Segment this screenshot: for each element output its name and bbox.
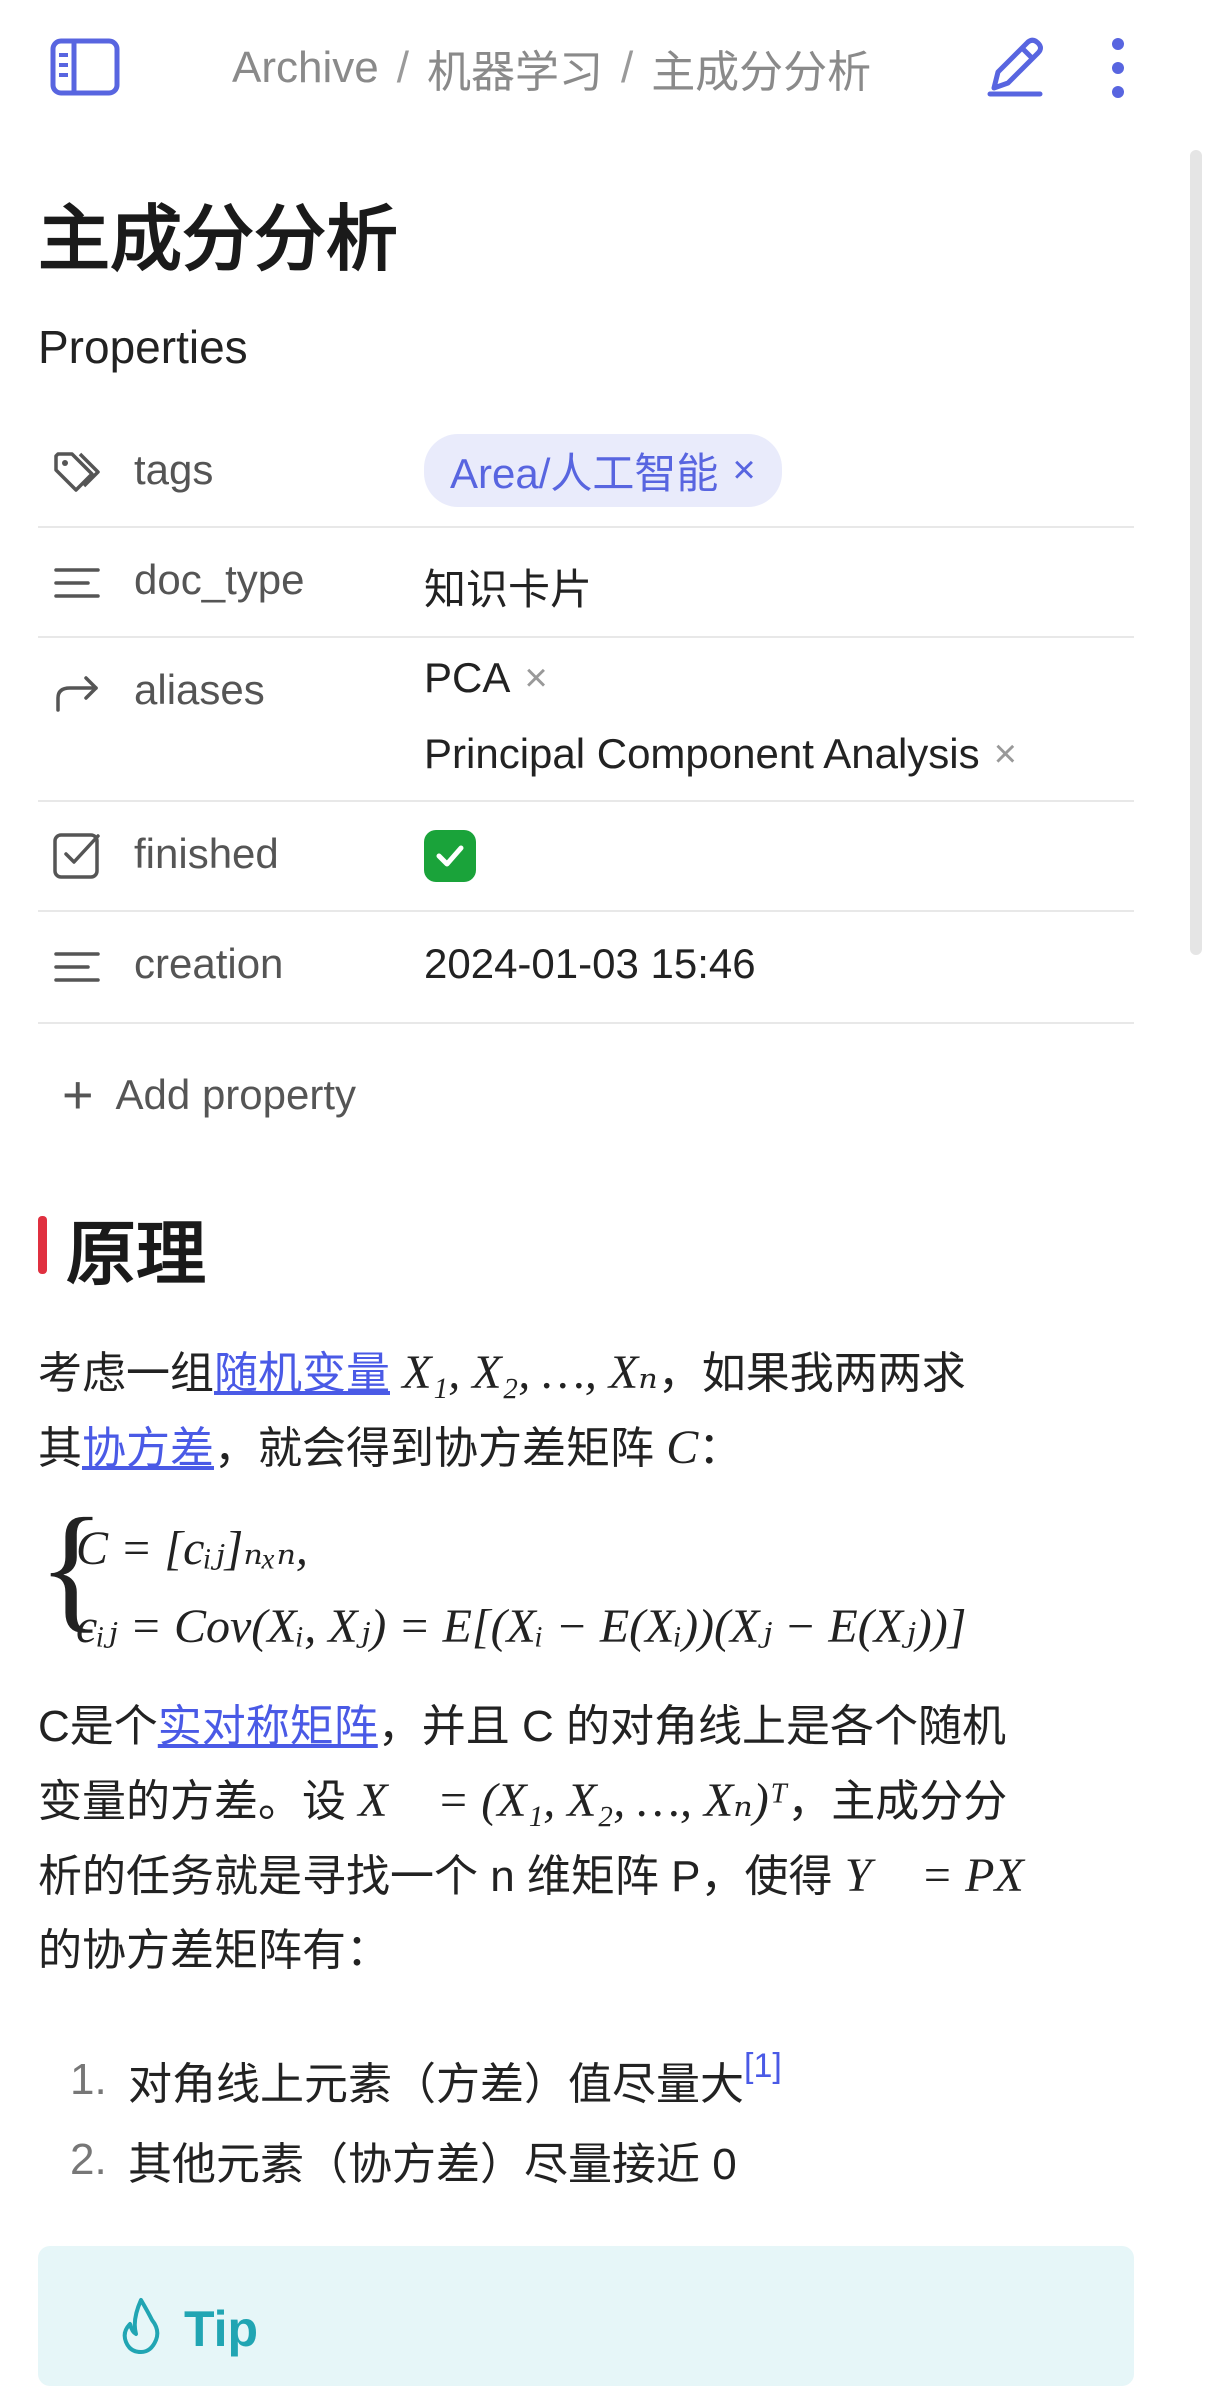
paragraph: C是个实对称矩阵，并且 C 的对角线上是各个随机 变量的方差。设 X⃗ = (X… (38, 1690, 1148, 1988)
tag-label: Area/人工智能 (450, 450, 719, 497)
text: 其 (38, 1424, 82, 1473)
tip-callout[interactable]: Tip (38, 2246, 1134, 2386)
list-number: 2. (70, 2135, 107, 2184)
footnote-link[interactable]: [1] (744, 2047, 782, 2086)
text-lines-icon (54, 952, 100, 982)
breadcrumb-current[interactable]: 主成分分析 (651, 36, 871, 100)
equation-line: C = [cᵢⱼ]ₙₓₙ, (76, 1522, 308, 1575)
property-value-finished (424, 830, 476, 882)
scrollbar[interactable] (1190, 150, 1202, 955)
breadcrumb: Archive / 机器学习 / 主成分分析 (232, 38, 871, 98)
property-key[interactable]: aliases (134, 666, 265, 714)
more-options-icon[interactable] (1100, 36, 1136, 100)
property-value-creation[interactable]: 2024-01-03 15:46 (424, 940, 756, 988)
text: ，如果我两两求 (657, 1349, 966, 1398)
breadcrumb-archive[interactable]: Archive (232, 43, 379, 93)
text: C是个 (38, 1702, 158, 1751)
list-number: 1. (70, 2055, 107, 2104)
text: 考虑一组 (38, 1349, 214, 1398)
text: 析的任务就是寻找一个 n 维矩阵 P，使得 (38, 1852, 833, 1901)
sidebar-toggle-icon[interactable] (50, 38, 120, 96)
property-key[interactable]: creation (134, 940, 283, 988)
math-inline: X⃗ = (X₁, X₂, …, Xₙ)ᵀ (358, 1774, 788, 1827)
section-heading: 原理 (66, 1215, 206, 1293)
checkmark-icon (436, 845, 464, 867)
property-row-aliases: aliases PCA × Principal Component Analys… (38, 636, 1134, 802)
checkbox-icon (53, 833, 100, 879)
plus-icon: + (62, 1065, 94, 1125)
tag-pill[interactable]: Area/人工智能 × (424, 434, 782, 507)
text: 变量的方差。设 (38, 1777, 346, 1826)
list-text: 其他元素（协方差）尽量接近 0 (128, 2140, 737, 2189)
property-key[interactable]: finished (134, 830, 279, 878)
paragraph: 考虑一组随机变量 X₁, X₂, …, Xₙ，如果我两两求 其协方差，就会得到协… (38, 1336, 1148, 1486)
property-value-aliases: PCA × Principal Component Analysis × (424, 646, 1017, 786)
equation-line: cᵢⱼ = Cov(Xᵢ, Xⱼ) = E[(Xᵢ − E(Xᵢ))(Xⱼ − … (76, 1600, 967, 1653)
math-inline: Y⃗ = PX⃗ (844, 1849, 1062, 1902)
link-random-variable[interactable]: 随机变量 (214, 1349, 390, 1398)
property-row-doc-type: doc_type 知识卡片 (38, 526, 1134, 638)
top-bar: Archive / 机器学习 / 主成分分析 (0, 0, 1207, 134)
finished-checkbox[interactable] (424, 830, 476, 882)
tag-icon (54, 452, 100, 492)
remove-alias-icon[interactable]: × (524, 656, 547, 701)
page-title: 主成分分析 (38, 200, 399, 280)
property-row-creation: creation 2024-01-03 15:46 (38, 910, 1134, 1024)
ordered-list: 1. 对角线上元素（方差）值尽量大 [1] 2. 其他元素（协方差）尽量接近 0 (70, 2040, 782, 2200)
remove-tag-icon[interactable]: × (732, 448, 755, 493)
property-row-finished: finished (38, 800, 1134, 912)
property-key[interactable]: tags (134, 446, 213, 494)
text: ，就会得到协方差矩阵 (214, 1424, 654, 1473)
alias-label: Principal Component Analysis (424, 730, 980, 777)
callout-label: Tip (184, 2301, 259, 2357)
breadcrumb-separator: / (396, 43, 409, 92)
remove-alias-icon[interactable]: × (994, 732, 1017, 777)
add-property-button[interactable]: + Add property (62, 1068, 356, 1122)
flame-icon (122, 2298, 160, 2354)
edit-pencil-icon[interactable] (980, 32, 1050, 102)
breadcrumb-folder[interactable]: 机器学习 (427, 36, 603, 100)
text: ，主成分分 (787, 1777, 1008, 1826)
breadcrumb-separator: / (620, 43, 634, 92)
property-value-tags: Area/人工智能 × (424, 434, 782, 507)
list-text: 对角线上元素（方差）值尽量大 (128, 2060, 744, 2109)
properties-heading: Properties (38, 321, 248, 373)
arrow-forward-icon (56, 676, 98, 712)
list-item: 2. 其他元素（协方差）尽量接近 0 (70, 2120, 782, 2200)
text: ： (698, 1424, 743, 1473)
heading-accent-bar (38, 1216, 47, 1274)
math-inline: X₁, X₂, …, Xₙ (402, 1346, 658, 1399)
alias-item[interactable]: Principal Component Analysis × (424, 722, 1017, 786)
math-inline: C (666, 1421, 699, 1474)
equation-block: { C = [cᵢⱼ]ₙₓₙ, cᵢⱼ = Cov(Xᵢ, Xⱼ) = E[(X… (38, 1498, 1188, 1658)
add-property-label: Add property (115, 1071, 357, 1118)
property-value-doc-type[interactable]: 知识卡片 (424, 556, 592, 617)
link-covariance[interactable]: 协方差 (82, 1424, 214, 1473)
alias-item[interactable]: PCA × (424, 646, 1017, 710)
text-lines-icon (54, 568, 100, 598)
text: 的协方差矩阵有： (38, 1926, 390, 1975)
link-real-symmetric-matrix[interactable]: 实对称矩阵 (158, 1702, 378, 1751)
property-row-tags: tags Area/人工智能 × (38, 420, 1134, 528)
list-item: 1. 对角线上元素（方差）值尽量大 [1] (70, 2040, 782, 2120)
alias-label: PCA (424, 654, 511, 701)
property-key[interactable]: doc_type (134, 556, 304, 604)
text: ，并且 C 的对角线上是各个随机 (377, 1702, 1007, 1751)
